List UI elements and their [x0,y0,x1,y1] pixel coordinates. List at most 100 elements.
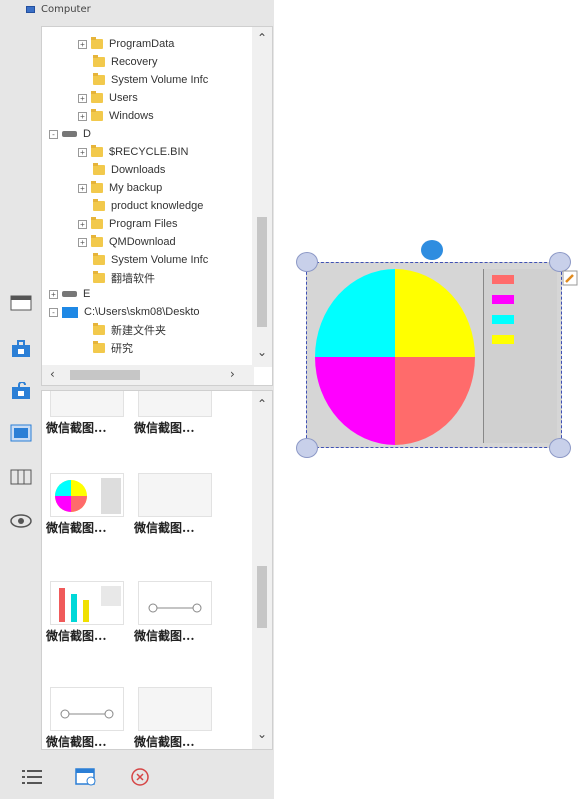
folder-icon [91,217,103,229]
tree-item[interactable]: System Volume Infc [93,251,208,269]
tree-item[interactable]: + Windows [78,107,154,125]
screen-icon[interactable] [10,424,32,442]
thumbnail-label: 微信截图... [46,421,107,435]
eye-icon[interactable] [10,512,32,530]
tree-hscroll-thumb[interactable] [70,370,140,380]
tree-item-label: My backup [109,182,163,194]
scroll-up-icon[interactable]: ⌃ [257,31,267,45]
tree-item[interactable]: System Volume Infc [93,71,208,89]
thumbnail-item[interactable]: 微信截图... [46,581,132,661]
tree-item[interactable]: 新建文件夹 [93,321,166,339]
window-icon[interactable] [10,294,32,312]
preview-view-button[interactable] [72,764,100,790]
collapse-icon[interactable]: - [49,129,58,139]
tree-item[interactable]: - C:\Users\skm08\Deskto [49,303,200,321]
legend-swatch [492,295,514,304]
chart-legend [483,269,557,443]
expand-icon[interactable]: + [78,93,87,103]
thumbnail-item[interactable]: 微信截图... [134,687,220,749]
bottom-toolbar [0,756,274,799]
scroll-down-icon[interactable]: ⌄ [257,345,267,359]
thumbnail-item[interactable]: 微信截图... [134,581,220,661]
gallery-scroll-up-icon[interactable]: ⌃ [257,397,267,411]
tree-item-label: 研究 [111,343,133,355]
app-window: Computer + ProgramData Recovery System Volu… [0,0,579,799]
tree-vscroll-thumb[interactable] [257,217,267,327]
rotate-handle[interactable] [421,240,443,260]
tree-item-label: ProgramData [109,38,175,50]
tree-item[interactable]: -D [49,125,91,143]
folder-icon [93,199,105,211]
thumbnail-item[interactable]: 微信截图... [46,391,132,453]
lock-folder-icon[interactable] [10,340,32,358]
thumbnail-item[interactable]: 微信截图... [46,473,132,553]
thumbnail-image [50,391,124,417]
tree-item-label: QMDownload [109,236,176,248]
tree-item[interactable]: Recovery [93,53,157,71]
folder-icon [93,341,105,353]
tree-horizontal-scrollbar[interactable]: ‹ › [42,365,254,385]
thumbnail-item[interactable]: 微信截图... [46,687,132,749]
resize-handle-bottom-left[interactable] [296,438,318,458]
tree-item[interactable]: 翻墙软件 [93,269,155,287]
resize-handle-top-right[interactable] [549,252,571,272]
folder-icon [91,37,103,49]
scroll-left-icon[interactable]: ‹ [50,367,55,381]
thumbnail-item[interactable]: 微信截图... [134,391,220,453]
tree-item[interactable]: product knowledge [93,197,203,215]
tree-item-label: 新建文件夹 [111,325,166,337]
thumbnail-image [50,473,124,517]
expand-icon[interactable]: + [78,39,87,49]
pie-slice [315,269,395,357]
tree-item-label: Recovery [111,56,158,68]
expand-icon[interactable]: + [78,237,87,247]
unlock-folder-icon[interactable] [10,382,32,400]
expand-icon[interactable]: + [78,147,87,157]
tree-item[interactable]: + Users [78,89,138,107]
expand-icon[interactable]: + [78,111,87,121]
expand-icon[interactable]: + [78,219,87,229]
thumbnail-label: 微信截图... [46,521,107,535]
resize-handle-top-left[interactable] [296,252,318,272]
tree-item[interactable]: + ProgramData [78,35,174,53]
pie-chart-widget[interactable] [306,262,562,448]
legend-swatch [492,315,514,324]
tree-vertical-scrollbar[interactable]: ⌃ ⌄ [252,27,272,367]
collapse-icon[interactable]: - [49,307,58,317]
expand-icon[interactable]: + [49,289,58,299]
folder-icon [93,73,105,85]
folder-icon [62,306,78,318]
folder-icon [93,323,105,335]
expand-icon[interactable]: + [78,183,87,193]
tree-item-label: Downloads [111,164,166,176]
gallery-scrollbar[interactable]: ⌃ ⌄ [252,391,272,749]
drive-icon [62,291,77,297]
tree-item-label: $RECYCLE.BIN [109,146,189,158]
tree-item[interactable]: + My backup [78,179,162,197]
tree-item-label: Users [109,92,138,104]
gallery-scroll-thumb[interactable] [257,566,267,628]
left-panel: Computer + ProgramData Recovery System Volu… [0,0,274,799]
tree-item[interactable]: Downloads [93,161,165,179]
edit-pencil-icon[interactable] [562,270,578,286]
tree-item[interactable]: + QMDownload [78,233,176,251]
thumbnail-label: 微信截图... [134,735,195,749]
tree-item[interactable]: 研究 [93,339,133,357]
folder-icon [93,163,105,175]
folder-icon [91,145,103,157]
grid-icon[interactable] [10,468,32,486]
tree-item[interactable]: + Program Files [78,215,177,233]
list-view-button[interactable] [18,764,46,790]
thumbnail-item[interactable]: 微信截图... [134,473,220,553]
close-panel-button[interactable] [126,764,154,790]
tree-item[interactable]: + E [49,285,90,303]
tree-item-label: C:\Users\skm08\Deskto [84,306,200,318]
gallery-scroll-down-icon[interactable]: ⌄ [257,727,267,741]
folder-tree: + ProgramData Recovery System Volume Infc + U… [41,26,273,386]
tree-item[interactable]: + $RECYCLE.BIN [78,143,188,161]
folder-icon [91,235,103,247]
drive-icon [62,131,77,137]
resize-handle-bottom-right[interactable] [549,438,571,458]
scroll-right-icon[interactable]: › [230,367,235,381]
legend-entry [492,295,552,309]
